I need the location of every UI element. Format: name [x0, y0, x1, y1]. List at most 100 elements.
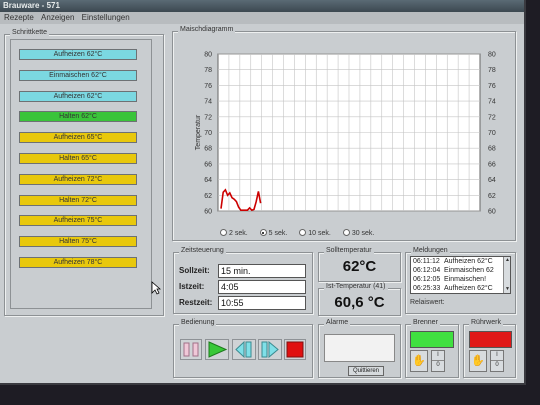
menu-bar: Rezepte Anzeigen Einstellungen — [0, 12, 524, 24]
hand-icon: ✋ — [471, 355, 485, 367]
istzeit-field[interactable]: 4:05 — [218, 280, 306, 294]
istzeit-label: Istzeit: — [179, 282, 205, 291]
y-tick-label-left: 80 — [204, 52, 212, 59]
list-item: 06:12:05 Einmaischen! — [413, 276, 487, 283]
step-item[interactable]: Aufheizen 62°C — [19, 90, 137, 102]
step-item[interactable]: Halten 75°C — [19, 236, 137, 248]
title-bar: Brauware - 571 — [0, 0, 524, 12]
y-tick-label-right: 72 — [488, 114, 496, 121]
step-column: Aufheizen 62°C Einmaischen 62°C Aufheizen … — [10, 39, 152, 309]
pause-button[interactable] — [180, 339, 202, 360]
radio-30sek[interactable]: 30 sek. — [342, 229, 374, 237]
stop-icon — [286, 341, 304, 358]
radio-10sek[interactable]: 10 sek. — [299, 229, 331, 237]
alarm-display — [324, 334, 395, 362]
step-item[interactable]: Aufheizen 62°C — [19, 49, 137, 60]
y-tick-label-right: 68 — [488, 146, 496, 153]
brenner-title: Brenner — [411, 319, 440, 326]
radio-dot — [299, 229, 307, 236]
y-tick-label-left: 66 — [204, 161, 212, 168]
y-tick-label-right: 70 — [488, 130, 496, 137]
radio-2sek[interactable]: 2 sek. — [220, 229, 248, 237]
meldungen-list[interactable]: 06:11:12 Aufheizen 62°C 06:12:04 Einmaisch… — [410, 256, 511, 294]
alarme-title: Alarme — [324, 319, 351, 326]
list-item: 06:25:33 Aufheizen 62°C — [413, 285, 493, 292]
step-forward-icon — [261, 340, 279, 359]
restzeit-label: Restzeit: — [179, 298, 213, 307]
play-button[interactable] — [205, 339, 229, 360]
restzeit-field[interactable]: 10:55 — [218, 296, 306, 310]
y-tick-label-left: 76 — [204, 83, 212, 90]
sollzeit-field[interactable]: 15 min. — [218, 264, 306, 278]
application-window: Brauware - 571 Rezepte Anzeigen Einstell… — [0, 0, 526, 385]
menu-rezepte[interactable]: Rezepte — [4, 13, 34, 22]
interval-radio-group: 2 sek. 5 sek. 10 sek. 30 sek. — [220, 229, 384, 237]
scroll-track — [504, 264, 510, 286]
brenner-lamp — [410, 331, 454, 348]
meldungen-scrollbar[interactable]: ▲ ▼ — [503, 257, 510, 293]
y-tick-label-right: 66 — [488, 161, 496, 168]
y-tick-label-right: 62 — [488, 193, 496, 200]
list-item: 06:12:04 Einmaischen 62 — [413, 267, 494, 274]
y-tick-label-right: 74 — [488, 99, 496, 106]
radio-5sek[interactable]: 5 sek. — [259, 229, 287, 237]
scroll-down-icon[interactable]: ▼ — [504, 286, 510, 293]
isttemperatur-title: Ist-Temperatur (41) — [324, 283, 388, 290]
hand-icon: ✋ — [412, 355, 426, 367]
stop-button[interactable] — [284, 339, 306, 360]
ruhrwerk-manual-button[interactable]: ✋ — [469, 350, 487, 372]
mouse-cursor-icon — [151, 281, 162, 298]
temperature-chart: 60 60 62 62 64 64 66 66 68 68 70 70 72 72 74 74 76 76 78 78… — [195, 52, 496, 216]
isttemperatur-value: 60,6 °C — [334, 294, 385, 311]
step-item[interactable]: Aufheizen 72°C — [19, 173, 137, 185]
ruhrwerk-title: Rührwerk — [469, 319, 503, 326]
y-tick-label-right: 64 — [488, 177, 496, 184]
y-tick-label-left: 72 — [204, 114, 212, 121]
window-title: Brauware - 571 — [3, 1, 60, 10]
step-item[interactable]: Halten 65°C — [19, 153, 137, 164]
step-back-icon — [235, 340, 252, 359]
radio-dot — [342, 229, 350, 236]
maischdiagramm-title: Maischdiagramm — [178, 26, 236, 33]
step-item[interactable]: Aufheizen 78°C — [19, 257, 137, 268]
scroll-up-icon[interactable]: ▲ — [504, 257, 510, 264]
y-tick-label-left: 74 — [204, 99, 212, 106]
y-tick-label-left: 60 — [204, 209, 212, 216]
solltemperatur-value: 62°C — [342, 258, 377, 275]
y-tick-label-right: 60 — [488, 209, 496, 216]
radio-dot — [220, 229, 227, 236]
relaiswert-label: Relaiswert: — [410, 299, 445, 306]
zeitsteuerung-title: Zeitsteuerung — [179, 247, 226, 254]
solltemperatur-title: Solltemperatur — [324, 247, 374, 254]
step-item[interactable]: Halten 62°C — [19, 111, 137, 123]
radio-dot-selected — [259, 229, 267, 236]
schrittkette-title: Schrittkette — [10, 29, 50, 36]
step-item[interactable]: Aufheizen 65°C — [19, 132, 137, 144]
y-tick-label-right: 80 — [488, 52, 496, 59]
menu-anzeigen[interactable]: Anzeigen — [41, 13, 74, 22]
menu-einstellungen[interactable]: Einstellungen — [82, 13, 130, 22]
ruhrwerk-lamp — [469, 331, 512, 348]
step-back-button[interactable] — [232, 339, 256, 360]
play-icon — [208, 341, 228, 358]
brenner-toggle[interactable]: I 0 — [431, 350, 445, 372]
step-item[interactable]: Einmaischen 62°C — [19, 69, 137, 81]
step-forward-button[interactable] — [258, 339, 282, 360]
brenner-manual-button[interactable]: ✋ — [410, 350, 428, 372]
list-item: 06:11:12 Aufheizen 62°C — [413, 258, 493, 265]
y-tick-label-left: 64 — [204, 177, 212, 184]
ruhrwerk-toggle[interactable]: I 0 — [490, 350, 504, 372]
meldungen-title: Meldungen — [411, 247, 450, 254]
bedienung-title: Bedienung — [179, 319, 217, 326]
pause-icon — [183, 342, 199, 357]
quittieren-button[interactable]: Quittieren — [348, 366, 384, 376]
step-item[interactable]: Aufheizen 75°C — [19, 215, 137, 227]
y-tick-label-right: 78 — [488, 67, 496, 74]
y-tick-label-left: 62 — [204, 193, 212, 200]
step-item[interactable]: Halten 72°C — [19, 194, 137, 206]
y-tick-label-right: 76 — [488, 83, 496, 90]
y-tick-label-left: 68 — [204, 146, 212, 153]
y-tick-label-left: 70 — [204, 130, 212, 137]
y-axis-label: Temperatur — [195, 114, 202, 150]
y-tick-label-left: 78 — [204, 67, 212, 74]
